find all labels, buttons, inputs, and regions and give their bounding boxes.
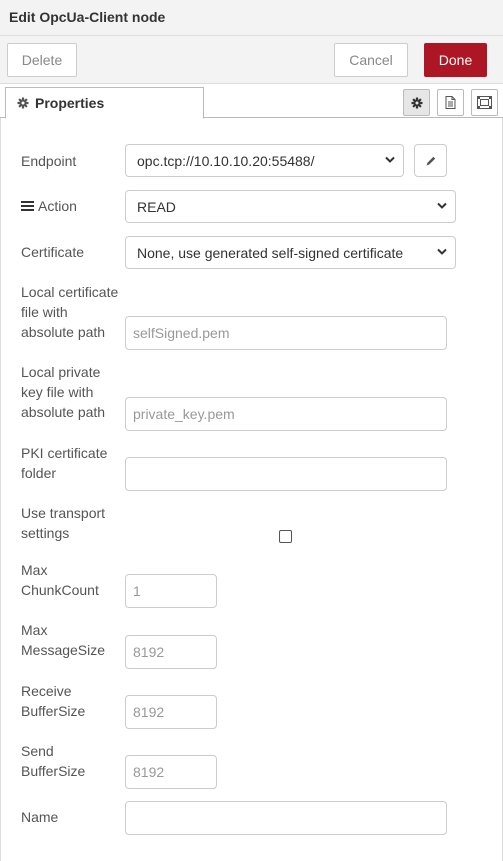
- local-certificate-input[interactable]: selfSigned.pem: [125, 316, 447, 350]
- label-line: BufferSize: [21, 703, 86, 719]
- max-messagesize-input[interactable]: 8192: [125, 635, 217, 669]
- label-line: Local private: [21, 364, 101, 380]
- settings-tab-button[interactable]: [403, 89, 430, 116]
- label-line: Max: [21, 622, 48, 638]
- label-line: Receive: [21, 683, 72, 699]
- list-icon: [21, 201, 34, 211]
- label-line: ChunkCount: [21, 582, 99, 598]
- receive-buffersize-input[interactable]: 8192: [125, 695, 217, 729]
- transport-settings-label: Use transport settings: [21, 503, 105, 543]
- local-certificate-label: Local certificate file with absolute pat…: [21, 282, 118, 342]
- receive-buffersize-label: Receive BufferSize: [21, 681, 85, 721]
- gear-icon: [17, 97, 29, 109]
- transport-settings-checkbox[interactable]: [279, 530, 292, 543]
- label-line: MessageSize: [21, 642, 106, 658]
- endpoint-select[interactable]: opc.tcp://10.10.10.20:55488/: [125, 144, 404, 177]
- label-line: absolute path: [21, 324, 106, 340]
- label-line: folder: [21, 465, 57, 481]
- label-line: Send: [21, 743, 54, 759]
- tab-properties[interactable]: Properties: [5, 87, 204, 119]
- action-select[interactable]: READ: [125, 190, 456, 223]
- send-buffersize-input[interactable]: 8192: [125, 755, 217, 789]
- label-line: settings: [21, 525, 70, 541]
- label-line: PKI certificate: [21, 445, 108, 461]
- chevron-down-icon: [437, 248, 447, 256]
- endpoint-value: opc.tcp://10.10.10.20:55488/: [137, 152, 315, 169]
- local-key-input[interactable]: private_key.pem: [125, 397, 447, 431]
- dialog-title: Edit OpcUa-Client node: [9, 9, 166, 25]
- max-chunkcount-input[interactable]: 1: [125, 574, 217, 608]
- action-value: READ: [137, 198, 176, 215]
- endpoint-label: Endpoint: [21, 153, 77, 169]
- document-icon: [445, 96, 456, 109]
- tab-properties-label: Properties: [35, 95, 105, 111]
- chevron-down-icon: [437, 202, 447, 210]
- done-button[interactable]: Done: [424, 43, 487, 77]
- gear-icon: [411, 97, 423, 109]
- label-line: file with: [21, 304, 68, 320]
- local-key-label: Local private key file with absolute pat…: [21, 362, 105, 422]
- max-chunkcount-label: Max ChunkCount: [21, 560, 99, 600]
- tab-bar: Properties: [0, 84, 503, 119]
- send-buffersize-label: Send BufferSize: [21, 741, 85, 781]
- label-line: Local certificate: [21, 284, 119, 300]
- action-label: Action: [38, 198, 77, 214]
- certificate-select[interactable]: None, use generated self-signed certific…: [125, 236, 456, 269]
- label-line: absolute path: [21, 404, 106, 420]
- dialog-header: Edit OpcUa-Client node: [0, 0, 503, 36]
- name-input[interactable]: [125, 801, 447, 835]
- label-line: key file with: [21, 384, 94, 400]
- layout-icon: [477, 96, 492, 109]
- max-messagesize-label: Max MessageSize: [21, 620, 105, 660]
- dialog-toolbar: Delete Cancel Done: [0, 36, 503, 84]
- delete-button[interactable]: Delete: [7, 43, 77, 77]
- description-tab-button[interactable]: [437, 89, 464, 116]
- certificate-label: Certificate: [21, 244, 85, 260]
- pencil-icon: [425, 155, 437, 167]
- label-line: Max: [21, 562, 48, 578]
- edit-endpoint-button[interactable]: [414, 144, 447, 177]
- cancel-button[interactable]: Cancel: [334, 43, 408, 77]
- label-line: BufferSize: [21, 763, 86, 779]
- appearance-tab-button[interactable]: [471, 89, 498, 116]
- name-label: Name: [21, 809, 59, 825]
- certificate-value: None, use generated self-signed certific…: [137, 244, 404, 261]
- chevron-down-icon: [385, 156, 395, 164]
- pki-folder-label: PKI certificate folder: [21, 443, 107, 483]
- pki-folder-input[interactable]: [125, 457, 447, 491]
- action-label-row: Action: [21, 196, 77, 216]
- label-line: Use transport: [21, 505, 106, 521]
